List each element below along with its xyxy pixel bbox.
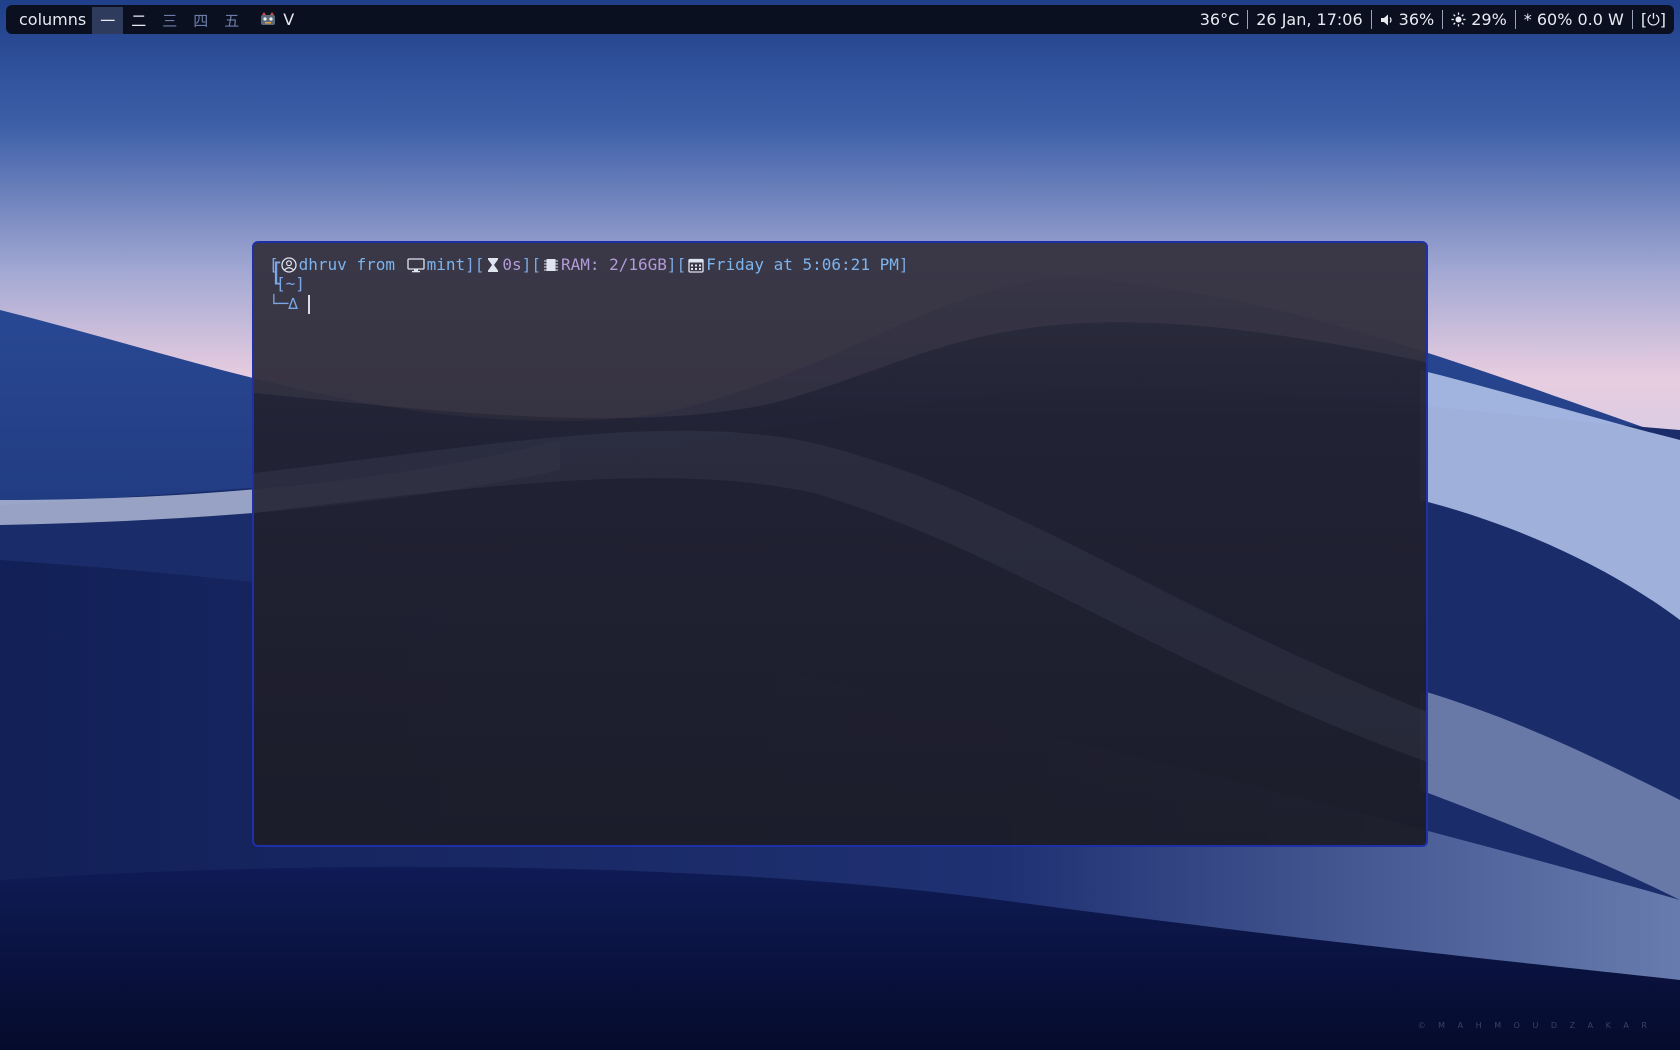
sun-icon xyxy=(1451,12,1466,27)
prompt-line-3[interactable]: └─∆ xyxy=(269,294,310,314)
prompt-line-1: [ dhruv from mint ][ 0s ][RAM: 2/16GB]… xyxy=(269,255,909,274)
focused-app-title: V xyxy=(283,10,295,29)
workspace-2[interactable]: 二 xyxy=(123,7,154,34)
speaker-icon xyxy=(1380,14,1392,25)
terminal-translucent-background xyxy=(254,243,1426,845)
brightness-module[interactable]: 29% xyxy=(1443,5,1515,34)
workspace-3[interactable]: 三 xyxy=(154,7,185,34)
memory-chip-icon xyxy=(543,259,558,271)
desktop-wallpaper: columns 一 二 三 四 五 V 36°C 26 Jan, 17:06 3… xyxy=(0,0,1680,1050)
monitor-icon xyxy=(406,258,425,273)
prompt-user: dhruv xyxy=(298,255,347,274)
workspace-5[interactable]: 五 xyxy=(216,7,247,34)
workspace-1[interactable]: 一 xyxy=(92,6,124,34)
volume-value: 36% xyxy=(1398,10,1435,29)
hourglass-icon xyxy=(488,258,499,272)
wallpaper-watermark: © M A H M O U D Z A K A R xyxy=(1417,1021,1652,1030)
user-circle-icon xyxy=(280,257,297,273)
prompt-line-2: [ ~ ] xyxy=(276,274,305,293)
prompt-from: from xyxy=(356,255,395,274)
prompt-date: Friday at 5:06:21 PM xyxy=(706,255,899,274)
terminal-window[interactable]: [ [ dhruv from mint ][ 0s ][RAM: 2/16GB… xyxy=(252,241,1428,847)
brightness-value: 29% xyxy=(1471,10,1507,29)
battery-module[interactable]: * 60% 0.0 W xyxy=(1516,5,1632,34)
prompt-ram: RAM: 2/16GB xyxy=(560,255,667,274)
prompt-cwd: ~ xyxy=(285,274,296,293)
clock-module[interactable]: 26 Jan, 17:06 xyxy=(1248,5,1370,34)
calendar-icon xyxy=(688,258,704,273)
layout-indicator[interactable]: columns xyxy=(6,10,92,29)
volume-module[interactable]: 36% xyxy=(1372,5,1443,34)
prompt-symbol: └─∆ xyxy=(269,294,298,313)
text-cursor xyxy=(307,294,310,314)
workspace-4[interactable]: 四 xyxy=(185,7,216,34)
vim-app-icon xyxy=(261,11,276,25)
temperature-module[interactable]: 36°C xyxy=(1192,5,1248,34)
top-status-bar: columns 一 二 三 四 五 V 36°C 26 Jan, 17:06 3… xyxy=(6,5,1674,34)
prompt-duration: 0s xyxy=(502,255,522,274)
prompt-host: mint xyxy=(426,255,466,274)
power-button[interactable]: [⏻] xyxy=(1633,5,1674,34)
